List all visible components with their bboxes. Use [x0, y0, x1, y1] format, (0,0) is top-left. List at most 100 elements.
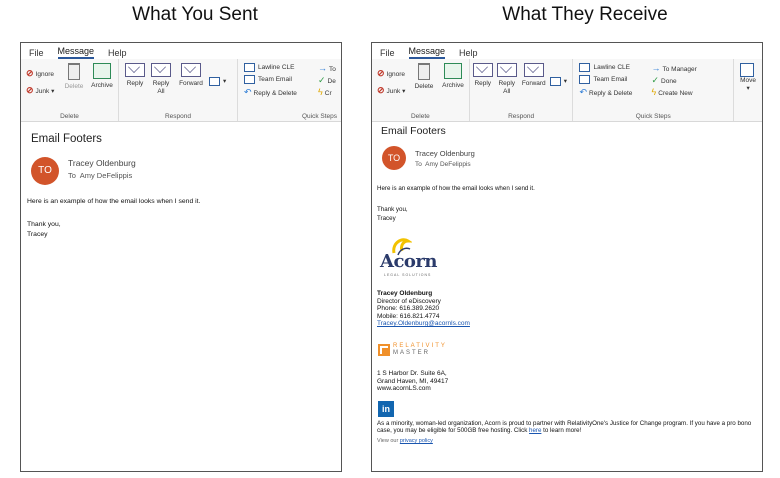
reply-button[interactable]: Reply — [123, 63, 147, 88]
privacy-pre: View our — [377, 438, 399, 444]
privacy-line: View our privacy policy — [377, 438, 433, 446]
acorn-logo-sub: LEGAL SOLUTIONS — [384, 273, 432, 277]
archive-button[interactable]: Archive — [439, 63, 467, 90]
reply-button[interactable]: Reply — [472, 63, 494, 88]
body-name: Tracey — [377, 215, 396, 222]
qs-done-cut[interactable]: ✓ De — [318, 75, 336, 86]
ignore-icon: ⊘ — [26, 68, 34, 78]
menu-help[interactable]: Help — [459, 48, 478, 59]
qs-reply-delete[interactable]: ↶ Reply & Delete — [579, 87, 632, 98]
privacy-link[interactable]: privacy policy — [400, 438, 433, 444]
menu-message[interactable]: Message — [57, 46, 95, 59]
qs-lawline-icon — [579, 63, 591, 72]
menu-message[interactable]: Message — [408, 46, 446, 59]
qs-reply-delete[interactable]: ↶ Reply & Delete — [244, 87, 297, 98]
signature-block: Tracey Oldenburg Director of eDiscovery … — [377, 290, 470, 328]
reply-all-button[interactable]: Reply All — [496, 63, 518, 96]
group-delete: ⊘ Ignore ⊘ Junk ▾ Delete Archive Delete — [21, 59, 119, 121]
group-quick-steps: Lawline CLE Team Email ↶ Reply & Delete →… — [238, 59, 341, 121]
message-subject: Email Footers — [31, 133, 102, 145]
group-label-delete: Delete — [410, 113, 430, 120]
body-line: Here is an example of how the email look… — [377, 185, 535, 192]
reply-delete-icon: ↶ — [579, 87, 588, 97]
forward-icon — [523, 63, 544, 77]
qs-create-new[interactable]: ϟ Create New — [651, 87, 692, 97]
relativity-bottom: MASTER — [393, 350, 431, 356]
lightning-icon: ϟ — [651, 87, 657, 97]
reply-icon — [472, 63, 493, 77]
sender-name[interactable]: Tracey Oldenburg — [68, 158, 136, 168]
outlook-window-sent: File Message Help ⊘ Ignore ⊘ Junk ▾ Delete… — [20, 42, 342, 472]
ribbon: ⊘ Ignore ⊘ Junk ▾ Delete Archive Delete Re… — [372, 59, 762, 122]
group-delete: ⊘ Ignore ⊘ Junk ▾ Delete Archive Delete — [372, 59, 470, 121]
archive-icon — [444, 63, 462, 79]
qs-to-manager[interactable]: → To Manager — [651, 63, 696, 73]
sig-name: Tracey Oldenburg — [377, 290, 433, 297]
ignore-button[interactable]: ⊘ Ignore — [377, 69, 405, 79]
outlook-window-received: File Message Help ⊘ Ignore ⊘ Junk ▾ Delete… — [371, 42, 763, 472]
lightning-icon: ϟ — [318, 87, 323, 97]
sig-phone: Phone: 616.389.2620 — [377, 305, 440, 313]
to-label: To — [68, 171, 76, 180]
qs-create-cut[interactable]: ϟ Cr — [318, 87, 332, 97]
menu-file[interactable]: File — [29, 48, 44, 59]
website[interactable]: www.acornLS.com — [377, 385, 431, 392]
qs-team-email[interactable]: Team Email — [244, 75, 292, 84]
trash-icon — [68, 63, 80, 80]
menu-file[interactable]: File — [380, 48, 395, 59]
junk-button[interactable]: ⊘ Junk ▾ — [377, 86, 405, 96]
menu-bar: File Message Help — [21, 43, 341, 59]
forward-button[interactable]: Forward — [176, 63, 206, 88]
delete-button[interactable]: Delete — [413, 63, 435, 91]
group-respond: Reply Reply All Forward ▾ Respond — [470, 59, 574, 121]
relativity-icon — [378, 344, 390, 356]
reply-icon — [125, 63, 145, 77]
caption-sent: What You Sent — [132, 4, 258, 25]
group-label-quick-steps: Quick Steps — [301, 113, 337, 120]
more-respond-icon — [549, 77, 561, 86]
junk-icon: ⊘ — [377, 85, 385, 95]
group-label-respond: Respond — [164, 113, 192, 120]
junk-icon: ⊘ — [26, 85, 34, 95]
check-icon: ✓ — [318, 75, 326, 85]
forward-icon — [181, 63, 201, 77]
address-block: 1 S Harbor Dr. Suite 6A, Grand Haven, MI… — [377, 370, 448, 393]
move-button[interactable]: Move ▾ — [738, 63, 758, 93]
avatar: TO — [31, 157, 59, 185]
group-respond: Reply Reply All Forward ▾ Respond — [119, 59, 238, 121]
trash-icon — [418, 63, 430, 80]
qs-done[interactable]: ✓ Done — [651, 75, 676, 86]
arrow-right-icon: → — [651, 63, 661, 73]
disclaimer-post: to learn more! — [543, 427, 582, 435]
check-icon: ✓ — [651, 75, 660, 85]
more-respond-button[interactable]: ▾ — [549, 77, 567, 86]
disclaimer-link[interactable]: here — [529, 427, 541, 434]
message-subject: Email Footers — [381, 125, 446, 137]
sig-email-link[interactable]: Tracey.Oldenburg@acornls.com — [377, 320, 470, 327]
sig-title: Director of eDiscovery — [377, 297, 441, 305]
archive-button[interactable]: Archive — [88, 63, 116, 90]
group-quick-steps: Lawline CLE Team Email ↶ Reply & Delete →… — [573, 59, 735, 121]
linkedin-icon[interactable]: in — [378, 401, 394, 417]
menu-help[interactable]: Help — [108, 48, 127, 59]
qs-lawline-icon — [244, 63, 255, 72]
group-label-respond: Respond — [508, 113, 535, 120]
caption-received: What They Receive — [502, 4, 668, 25]
junk-button[interactable]: ⊘ Junk ▾ — [26, 86, 54, 96]
qs-lawline[interactable]: Lawline CLE — [244, 63, 295, 72]
forward-button[interactable]: Forward — [520, 63, 548, 88]
recipient-name[interactable]: Amy DeFelippis — [80, 171, 133, 180]
sender-name[interactable]: Tracey Oldenburg — [415, 149, 475, 158]
move-icon — [739, 63, 754, 77]
qs-lawline[interactable]: Lawline CLE — [579, 63, 630, 72]
recipient-name[interactable]: Amy DeFelippis — [425, 161, 471, 168]
ignore-button[interactable]: ⊘ Ignore — [26, 69, 54, 79]
qs-to-cut[interactable]: → To — [318, 63, 336, 73]
reply-all-button[interactable]: Reply All — [149, 63, 173, 96]
address-line-1: 1 S Harbor Dr. Suite 6A, — [377, 370, 447, 377]
disclaimer: As a minority, woman-led organization, A… — [377, 420, 755, 435]
delete-button[interactable]: Delete — [64, 63, 84, 91]
qs-team-email[interactable]: Team Email — [579, 75, 627, 84]
ignore-icon: ⊘ — [377, 68, 385, 78]
more-respond-button[interactable]: ▾ — [209, 77, 226, 86]
